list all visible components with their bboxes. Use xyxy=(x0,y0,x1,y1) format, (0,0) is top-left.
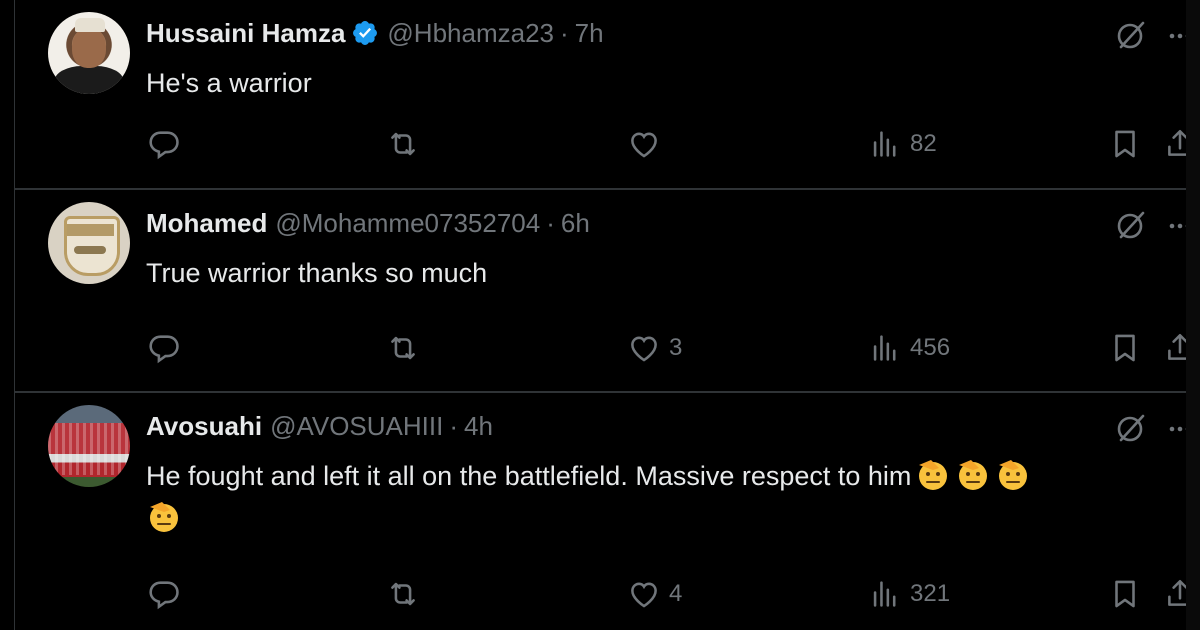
separator-dot: · xyxy=(560,17,569,48)
scrollbar-track[interactable] xyxy=(1186,0,1200,630)
reply-timeline: Hussaini Hamza @Hbhamza23 · 7h He's a wa… xyxy=(15,0,1186,630)
share-icon xyxy=(1168,579,1186,606)
share-button[interactable] xyxy=(1163,328,1186,368)
bookmark-button[interactable] xyxy=(1108,124,1142,164)
share-icon xyxy=(1168,129,1186,156)
reply-button[interactable] xyxy=(147,124,189,164)
views-button[interactable]: 456 xyxy=(868,328,950,368)
tweet-text-content: He fought and left it all on the battlef… xyxy=(146,461,912,491)
more-options-icon[interactable] xyxy=(1165,411,1186,445)
repost-icon xyxy=(391,132,415,156)
tweet-text: He fought and left it all on the battlef… xyxy=(146,455,1186,539)
bookmark-button[interactable] xyxy=(1108,328,1142,368)
tweet[interactable]: Hussaini Hamza @Hbhamza23 · 7h He's a wa… xyxy=(15,0,1186,188)
like-button[interactable] xyxy=(627,124,669,164)
reply-icon xyxy=(149,131,179,160)
user-handle[interactable]: @Mohamme07352704 xyxy=(275,208,540,239)
tweet-header: Hussaini Hamza @Hbhamza23 · 7h xyxy=(146,16,604,50)
display-name[interactable]: Avosuahi xyxy=(146,411,262,442)
reply-button[interactable] xyxy=(147,328,189,368)
heart-icon xyxy=(631,582,657,608)
repost-button[interactable] xyxy=(386,124,428,164)
avatar[interactable] xyxy=(48,12,130,94)
views-icon xyxy=(873,335,896,361)
separator-dot: · xyxy=(546,207,555,238)
repost-icon xyxy=(391,582,415,606)
separator-dot: · xyxy=(449,410,459,441)
reply-icon xyxy=(149,335,179,364)
share-button[interactable] xyxy=(1163,574,1186,614)
heart-icon xyxy=(631,336,657,362)
repost-button[interactable] xyxy=(386,328,428,368)
saluting-face-emoji xyxy=(146,498,182,534)
views-icon xyxy=(873,131,896,157)
more-options-icon[interactable] xyxy=(1165,208,1186,242)
like-button[interactable]: 4 xyxy=(627,574,682,614)
saluting-face-emoji xyxy=(955,456,991,492)
tweet-header: Avosuahi @AVOSUAHIII · 4h xyxy=(146,409,493,443)
avatar[interactable] xyxy=(48,405,130,487)
views-count: 82 xyxy=(910,130,937,157)
views-count: 321 xyxy=(910,580,951,607)
bookmark-icon xyxy=(1115,130,1135,158)
reply-icon xyxy=(149,581,179,610)
views-count: 456 xyxy=(910,334,951,361)
tweet[interactable]: Mohamed @Mohamme07352704 · 6h True warri… xyxy=(15,190,1186,391)
grok-icon[interactable] xyxy=(1113,18,1147,52)
user-handle[interactable]: @Hbhamza23 xyxy=(387,18,554,49)
share-button[interactable] xyxy=(1163,124,1186,164)
display-name[interactable]: Mohamed xyxy=(146,208,267,239)
bookmark-button[interactable] xyxy=(1108,574,1142,614)
action-bar: 3 456 xyxy=(15,328,1186,368)
heart-icon xyxy=(631,132,657,158)
saluting-face-emoji xyxy=(995,456,1031,492)
grok-icon[interactable] xyxy=(1113,208,1147,242)
user-handle[interactable]: @AVOSUAHIII xyxy=(270,411,443,442)
like-count: 3 xyxy=(669,334,683,361)
timestamp[interactable]: 4h xyxy=(464,411,493,442)
views-button[interactable]: 82 xyxy=(868,124,937,164)
repost-button[interactable] xyxy=(386,574,428,614)
timestamp[interactable]: 6h xyxy=(561,208,590,239)
display-name[interactable]: Hussaini Hamza xyxy=(146,18,345,49)
repost-icon xyxy=(391,336,415,360)
tweet[interactable]: Avosuahi @AVOSUAHIII · 4h He fought and … xyxy=(15,393,1186,630)
bookmark-icon xyxy=(1115,580,1135,608)
tweet-text: He's a warrior xyxy=(146,68,312,98)
reply-button[interactable] xyxy=(147,574,189,614)
saluting-face-emoji xyxy=(915,456,951,492)
tweet-text: True warrior thanks so much xyxy=(146,258,488,288)
action-bar: 4 321 xyxy=(15,574,1186,614)
like-count: 4 xyxy=(669,580,683,607)
verified-badge-icon xyxy=(351,19,379,47)
like-button[interactable]: 3 xyxy=(627,328,682,368)
more-options-icon[interactable] xyxy=(1165,18,1186,52)
timestamp[interactable]: 7h xyxy=(575,18,604,49)
action-bar: 82 xyxy=(15,124,1186,164)
tweet-header: Mohamed @Mohamme07352704 · 6h xyxy=(146,206,590,240)
share-icon xyxy=(1168,333,1186,360)
grok-icon[interactable] xyxy=(1113,411,1147,445)
views-icon xyxy=(873,581,896,607)
bookmark-icon xyxy=(1115,334,1135,362)
views-button[interactable]: 321 xyxy=(868,574,950,614)
avatar[interactable] xyxy=(48,202,130,284)
